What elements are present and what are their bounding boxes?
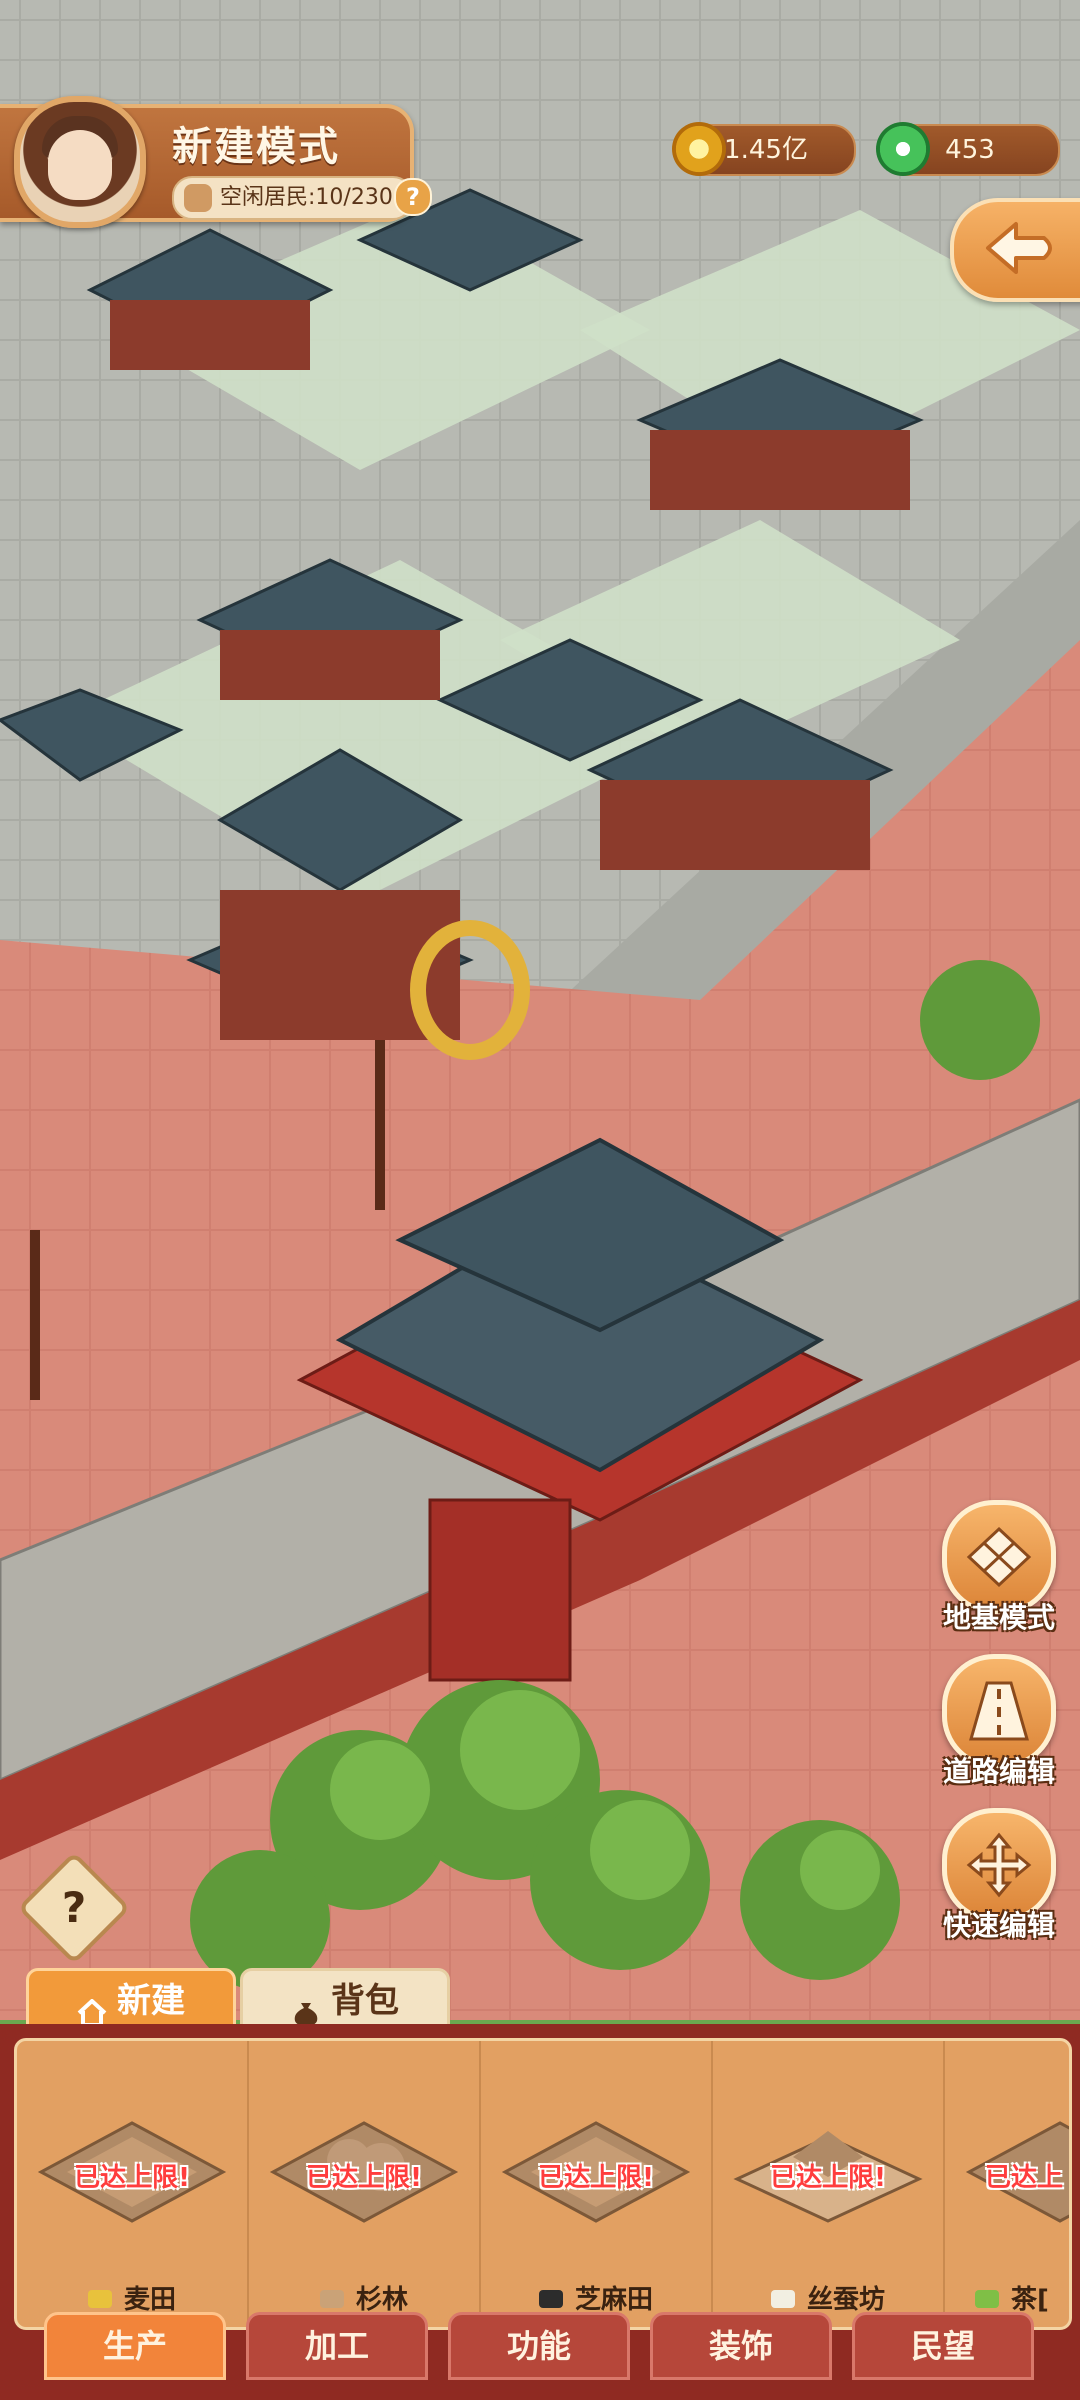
gold-coin-icon [672,122,726,176]
road-icon [969,1681,1029,1741]
cocoon-icon [770,2290,795,2308]
road-edit-button[interactable]: 道路编辑 [934,1654,1064,1790]
limit-reached-label: 已达上限! [770,2163,886,2193]
quick-edit-button[interactable]: 快速编辑 [934,1808,1064,1944]
tab-function[interactable]: 功能 [448,2312,630,2380]
tab-backpack-label: 背包 [331,1981,399,2021]
building-name: 芝麻田 [574,2285,653,2315]
house-icon [77,1986,107,2027]
building-card[interactable]: 已达上限! 丝蚕坊 [713,2041,945,2327]
building-card[interactable]: 已达上限! 芝麻田 [481,2041,713,2327]
pouch-icon [291,1986,321,2026]
city-map-art [0,0,1080,2020]
back-arrow-icon [986,222,1052,274]
building-name: 麦田 [123,2285,176,2315]
move-arrows-icon [966,1832,1032,1898]
tab-processing[interactable]: 加工 [246,2312,428,2380]
log-icon [319,2290,344,2308]
jade-currency[interactable]: 453 [876,122,1060,176]
building-name: 丝蚕坊 [806,2285,885,2315]
help-question-icon: ? [61,1883,87,1932]
building-name: 茶[ [1011,2285,1049,2315]
limit-reached-label: 已达上限! [538,2163,654,2193]
road-edit-label: 道路编辑 [942,1755,1055,1788]
city-scene[interactable] [0,0,1080,2020]
gold-value: 1.45亿 [724,135,808,165]
gold-currency[interactable]: 1.45亿 [672,122,856,176]
resident-icon [184,184,212,212]
tab-decoration[interactable]: 装饰 [650,2312,832,2380]
building-card[interactable]: 已达上限! 麦田 [17,2041,249,2327]
back-button[interactable] [950,198,1080,302]
residents-help-button[interactable]: ? [394,178,432,216]
tab-new-label: 新建 [117,1981,185,2021]
building-card[interactable]: 已达上限! 杉林 [249,2041,481,2327]
tab-reputation[interactable]: 民望 [852,2312,1034,2380]
quick-edit-label: 快速编辑 [942,1909,1055,1942]
player-avatar[interactable] [14,96,146,228]
foundation-mode-button[interactable]: 地基模式 [934,1500,1064,1636]
sesame-icon [538,2290,563,2308]
limit-reached-label: 已达上限! [74,2163,190,2193]
wheat-icon [87,2290,112,2308]
foundation-mode-label: 地基模式 [942,1601,1055,1634]
building-name: 杉林 [355,2285,408,2315]
jade-icon [876,122,930,176]
mode-title: 新建模式 [172,124,340,170]
idle-residents-label: 空闲居民:10/230 [220,185,393,210]
tab-production[interactable]: 生产 [44,2312,226,2380]
jade-value: 453 [945,135,995,165]
foundation-grid-icon [966,1526,1032,1588]
limit-reached-label: 已达上限! [306,2163,422,2193]
avatar-face [48,130,112,200]
building-card[interactable]: 已达上 茶[ [945,2041,1069,2327]
idle-residents-pill: 空闲居民:10/230 [172,176,413,220]
building-list[interactable]: 已达上限! 麦田 已达上限! 杉林 已达上限! 芝麻田 已达上限! 丝蚕坊 已达… [14,2038,1072,2330]
limit-reached-label: 已达上 [985,2163,1064,2193]
tea-icon [975,2290,999,2308]
